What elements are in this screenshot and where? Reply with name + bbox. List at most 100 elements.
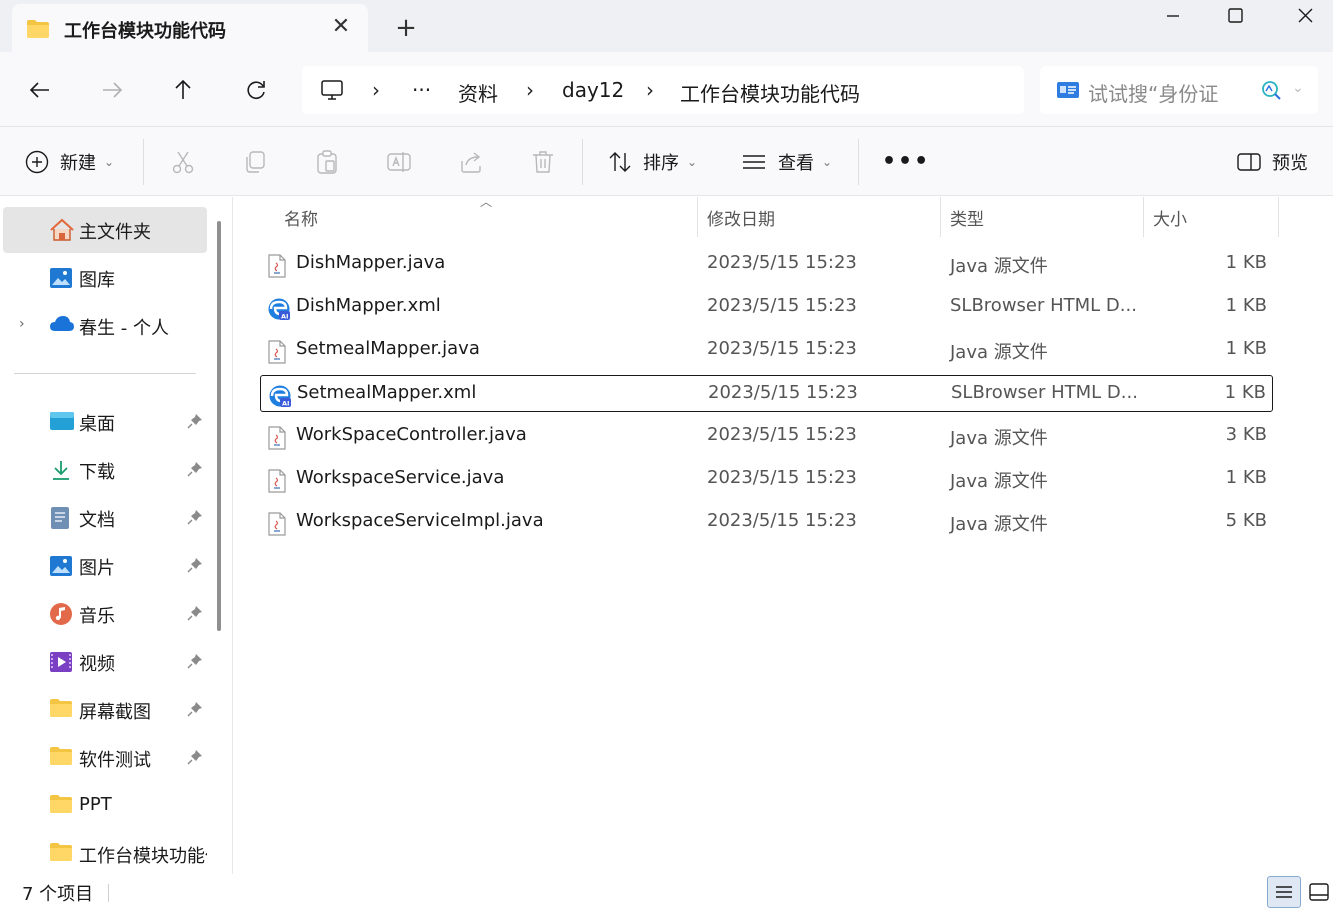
file-size: 1 KB [1225, 252, 1267, 273]
sidebar-item-desktop[interactable]: 桌面 [3, 399, 207, 445]
sidebar-item-workbench-code[interactable]: 工作台模块功能代码 [3, 831, 207, 877]
file-row[interactable]: AI DishMapper.xml 2023/5/15 15:23 SLBrowser… [260, 289, 1273, 326]
video-icon [49, 650, 73, 679]
new-tab-button[interactable]: + [392, 14, 420, 42]
computer-icon[interactable] [320, 78, 344, 107]
file-modified-date: 2023/5/15 15:23 [707, 338, 857, 359]
breadcrumb-item[interactable]: 资料 [458, 78, 498, 107]
column-header-modified[interactable]: 修改日期 [707, 205, 775, 230]
sort-button[interactable]: 排序 ⌄ [607, 127, 697, 197]
pin-icon[interactable] [186, 604, 204, 627]
chevron-down-icon[interactable]: ⌄ [1292, 80, 1304, 96]
pin-icon[interactable] [186, 652, 204, 675]
rename-button[interactable] [386, 127, 412, 197]
search-input[interactable]: 试试搜“身份证 [1088, 78, 1218, 107]
refresh-button[interactable] [238, 72, 274, 108]
pin-icon[interactable] [186, 748, 204, 771]
share-icon [461, 152, 481, 173]
file-row[interactable]: WorkSpaceController.java 2023/5/15 15:23 J… [260, 418, 1273, 455]
file-row[interactable]: WorkspaceServiceImpl.java 2023/5/15 15:23… [260, 504, 1273, 541]
share-button[interactable] [458, 127, 484, 197]
sidebar-item-music[interactable]: 音乐 [3, 591, 207, 637]
chevron-down-icon: ⌄ [822, 155, 833, 169]
chevron-right-icon[interactable]: › [526, 78, 534, 102]
view-label: 查看 [778, 153, 814, 174]
breadcrumb-item-current[interactable]: 工作台模块功能代码 [680, 78, 860, 107]
up-button[interactable] [165, 72, 201, 108]
navigation-row: › ··· 资料 › day12 › 工作台模块功能代码 试试搜“身份证 ⌄ [0, 52, 1333, 126]
back-button[interactable] [22, 72, 58, 108]
details-view-button[interactable] [1267, 876, 1301, 908]
gallery-icon [49, 266, 73, 295]
pin-icon[interactable] [186, 700, 204, 723]
breadcrumb-overflow[interactable]: ··· [412, 78, 431, 102]
file-row[interactable]: SetmealMapper.java 2023/5/15 15:23 Java 源文… [260, 332, 1273, 369]
pin-icon[interactable] [186, 460, 204, 483]
sidebar-scrollbar[interactable] [217, 221, 221, 631]
column-resize-handle[interactable] [940, 197, 941, 237]
sort-label: 排序 [643, 153, 679, 174]
pin-icon[interactable] [186, 412, 204, 435]
chevron-right-icon[interactable]: › [19, 316, 25, 332]
chevron-right-icon[interactable]: › [646, 78, 654, 102]
column-resize-handle[interactable] [1278, 197, 1279, 237]
refresh-icon [247, 81, 265, 99]
maximize-button[interactable] [1208, 0, 1262, 32]
close-window-button[interactable] [1278, 0, 1332, 32]
sidebar-item-pictures[interactable]: 图片 [3, 543, 207, 589]
view-button[interactable]: 查看 ⌄ [740, 127, 832, 197]
sidebar-item-ppt[interactable]: PPT [3, 783, 207, 829]
sidebar-item-gallery[interactable]: 图库 [3, 255, 207, 301]
forward-button[interactable] [94, 72, 130, 108]
trash-icon [533, 151, 553, 173]
chevron-right-icon[interactable]: › [372, 78, 380, 102]
cut-button[interactable] [170, 127, 196, 197]
new-button[interactable]: 新建 ⌄ [24, 127, 114, 197]
more-options-button[interactable]: ••• [882, 149, 930, 174]
delete-button[interactable] [530, 127, 556, 197]
column-header-name[interactable]: 名称 [284, 205, 318, 230]
preview-pane-button[interactable]: 预览 [1236, 127, 1308, 197]
file-modified-date: 2023/5/15 15:23 [707, 424, 857, 445]
plus-circle-icon [25, 150, 49, 174]
column-header-size[interactable]: 大小 [1153, 205, 1187, 230]
file-row[interactable]: WorkspaceService.java 2023/5/15 15:23 Java… [260, 461, 1273, 498]
file-size: 3 KB [1225, 424, 1267, 445]
id-card-icon [1056, 80, 1080, 105]
folder-icon [26, 19, 50, 44]
file-type: SLBrowser HTML D... [950, 295, 1137, 316]
tab-close-icon[interactable]: ✕ [328, 14, 354, 40]
column-resize-handle[interactable] [697, 197, 698, 237]
paste-button[interactable] [314, 127, 340, 197]
pictures-icon [49, 554, 73, 583]
tab-current-folder[interactable]: 工作台模块功能代码 ✕ [12, 4, 368, 52]
column-resize-handle[interactable] [1143, 197, 1144, 237]
search-box[interactable]: 试试搜“身份证 ⌄ [1040, 66, 1318, 114]
sidebar-item-downloads[interactable]: 下载 [3, 447, 207, 493]
thumbnail-view-icon [1309, 883, 1329, 901]
address-bar[interactable]: › ··· 资料 › day12 › 工作台模块功能代码 [302, 66, 1024, 114]
pin-icon[interactable] [186, 556, 204, 579]
folder-icon [49, 746, 73, 771]
title-bar: 工作台模块功能代码 ✕ + [0, 0, 1333, 52]
pin-icon[interactable] [186, 508, 204, 531]
sidebar-item-videos[interactable]: 视频 [3, 639, 207, 685]
sidebar-item-onedrive[interactable]: › 春生 - 个人 [3, 303, 207, 349]
copy-button[interactable] [242, 127, 268, 197]
sidebar-item-software-testing[interactable]: 软件测试 [3, 735, 207, 781]
sort-icon [609, 152, 631, 172]
chevron-down-icon: ⌄ [687, 155, 698, 169]
column-header-type[interactable]: 类型 [950, 205, 984, 230]
java-file-icon [267, 512, 287, 541]
sidebar-item-home[interactable]: 主文件夹 [3, 207, 207, 253]
sidebar-item-label: 工作台模块功能代码 [79, 846, 207, 867]
sidebar-item-documents[interactable]: 文档 [3, 495, 207, 541]
minimize-button[interactable] [1146, 0, 1200, 32]
breadcrumb-item[interactable]: day12 [562, 78, 624, 102]
file-row-selected[interactable]: AI SetmealMapper.xml 2023/5/15 15:23 SLBrow… [260, 375, 1273, 412]
sidebar-item-screenshots[interactable]: 屏幕截图 [3, 687, 207, 733]
file-row[interactable]: DishMapper.java 2023/5/15 15:23 Java 源文件 1 … [260, 246, 1273, 283]
folder-icon [49, 698, 73, 723]
ai-search-icon[interactable] [1260, 79, 1282, 106]
large-icons-view-button[interactable] [1302, 876, 1333, 908]
